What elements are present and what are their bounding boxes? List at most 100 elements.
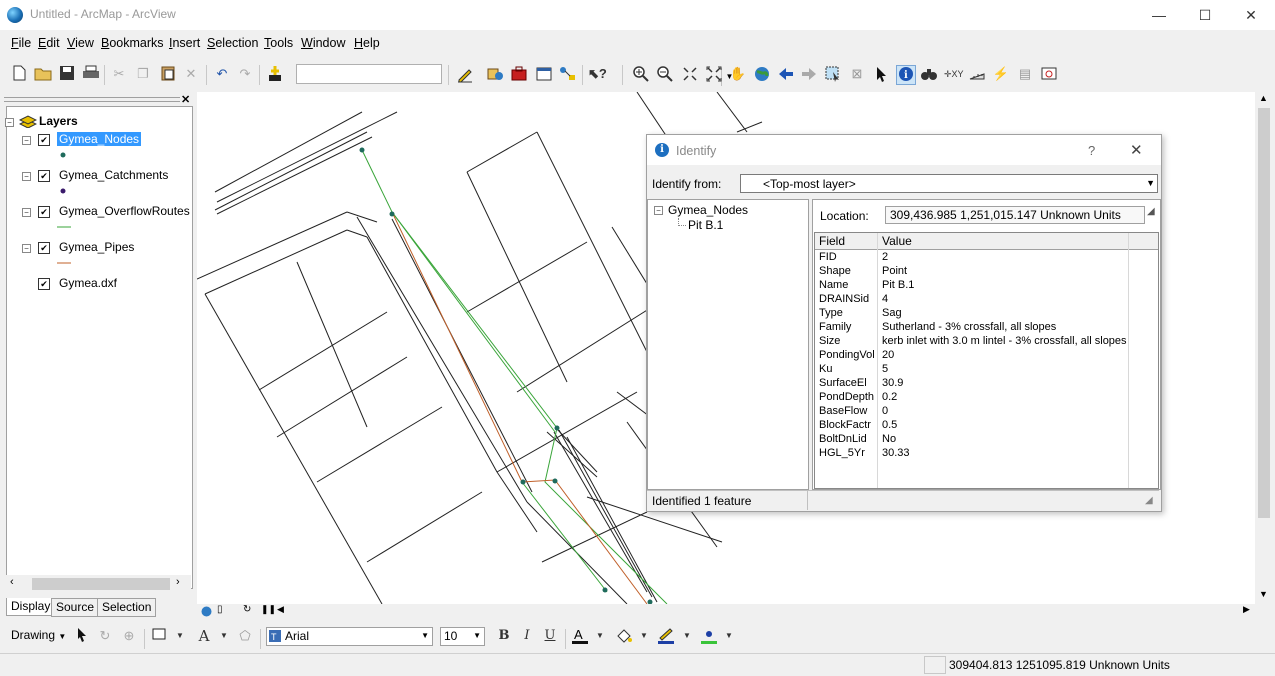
- scroll-thumb[interactable]: [32, 578, 170, 590]
- layer-name[interactable]: Gymea_Catchments: [59, 168, 168, 182]
- chevron-down-icon[interactable]: ▼: [473, 631, 481, 640]
- pan-icon[interactable]: ✋: [729, 65, 747, 83]
- copy-icon[interactable]: ❐: [134, 65, 152, 83]
- text-tool-icon[interactable]: A: [195, 627, 213, 645]
- redo-icon[interactable]: ↷: [236, 65, 254, 83]
- modelbuilder-icon[interactable]: [559, 65, 577, 83]
- menu-view[interactable]: View: [67, 36, 94, 50]
- data-view-icon[interactable]: [201, 606, 212, 617]
- zoom-out-icon[interactable]: [656, 65, 674, 83]
- fixed-zoom-out-icon[interactable]: [705, 65, 723, 83]
- hyperlink-icon[interactable]: ⚡: [992, 65, 1010, 83]
- font-color-icon[interactable]: A: [571, 627, 589, 645]
- time-slider-icon[interactable]: [1040, 65, 1058, 83]
- help-button[interactable]: ?: [1088, 143, 1095, 158]
- command-line-icon[interactable]: [535, 65, 553, 83]
- rectangle-tool-icon[interactable]: [150, 627, 168, 645]
- close-dialog-button[interactable]: ✕: [1130, 141, 1143, 159]
- layer-visibility-checkbox[interactable]: ✔: [38, 170, 50, 182]
- measure-icon[interactable]: [968, 65, 986, 83]
- scroll-left-icon[interactable]: ◀: [277, 604, 284, 615]
- scale-dropdown[interactable]: ▼: [296, 64, 737, 86]
- line-color-icon[interactable]: [657, 627, 675, 645]
- location-field[interactable]: 309,436.985 1,251,015.147 Unknown Units: [885, 206, 1145, 224]
- chevron-down-icon[interactable]: ▼: [171, 627, 189, 645]
- collapse-icon[interactable]: −: [22, 172, 31, 181]
- toc-close-icon[interactable]: ✕: [181, 93, 190, 106]
- collapse-icon[interactable]: −: [22, 244, 31, 253]
- layer-visibility-checkbox[interactable]: ✔: [38, 242, 50, 254]
- menu-file[interactable]: File: [11, 36, 31, 50]
- layout-view-icon[interactable]: ▯: [217, 604, 223, 615]
- clear-selection-icon[interactable]: ⊠: [848, 65, 866, 83]
- scroll-right-icon[interactable]: ▶: [1243, 604, 1250, 615]
- toc-layer-gymea-nodes[interactable]: − ✔ Gymea_Nodes: [21, 132, 181, 158]
- forward-extent-icon[interactable]: [800, 65, 818, 83]
- menu-help[interactable]: Help: [354, 36, 380, 50]
- collapse-icon[interactable]: −: [22, 136, 31, 145]
- undo-icon[interactable]: ↶: [213, 65, 231, 83]
- identify-title-bar[interactable]: i Identify ? ✕: [647, 135, 1161, 165]
- layer-visibility-checkbox[interactable]: ✔: [38, 278, 50, 290]
- italic-button[interactable]: I: [518, 627, 536, 645]
- new-document-icon[interactable]: [10, 65, 28, 83]
- tab-display[interactable]: Display: [6, 598, 56, 616]
- layer-name[interactable]: Gymea_Nodes: [57, 132, 142, 146]
- resize-grip-icon[interactable]: ◢: [1145, 495, 1153, 506]
- font-name-dropdown[interactable]: T Arial ▼: [266, 627, 433, 646]
- fill-color-icon[interactable]: [615, 627, 633, 645]
- arctoolbox-icon[interactable]: [510, 65, 528, 83]
- chevron-down-icon[interactable]: ▼: [635, 627, 653, 645]
- chevron-down-icon[interactable]: ▼: [215, 627, 233, 645]
- html-popup-icon[interactable]: ▤: [1016, 65, 1034, 83]
- minimize-button[interactable]: —: [1136, 4, 1182, 26]
- bold-button[interactable]: B: [495, 627, 513, 645]
- layer-visibility-checkbox[interactable]: ✔: [38, 134, 50, 146]
- toc-layer-gymea-catchments[interactable]: − ✔ Gymea_Catchments: [21, 168, 191, 194]
- toc-layer-gymea-overflowroutes[interactable]: − ✔ Gymea_OverflowRoutes: [21, 204, 191, 228]
- menu-window[interactable]: Window: [301, 36, 345, 50]
- pause-drawing-icon[interactable]: ❚❚: [261, 604, 276, 615]
- refresh-icon[interactable]: ↻: [243, 604, 251, 615]
- identify-from-dropdown[interactable]: <Top-most layer> ▼: [740, 174, 1158, 193]
- cut-icon[interactable]: ✂: [110, 65, 128, 83]
- back-extent-icon[interactable]: [777, 65, 795, 83]
- edit-vertices-icon[interactable]: ⬠: [236, 627, 254, 645]
- fixed-zoom-in-icon[interactable]: [681, 65, 699, 83]
- collapse-icon[interactable]: −: [654, 206, 663, 215]
- select-elements-icon[interactable]: [872, 65, 890, 83]
- scroll-left-icon[interactable]: ‹: [10, 576, 14, 588]
- chevron-down-icon[interactable]: ▼: [1146, 178, 1155, 188]
- scroll-thumb[interactable]: [1258, 108, 1270, 518]
- save-icon[interactable]: [58, 65, 76, 83]
- chevron-down-icon[interactable]: ▼: [678, 627, 696, 645]
- collapse-icon[interactable]: −: [5, 118, 14, 127]
- menu-edit[interactable]: Edit: [38, 36, 60, 50]
- marker-color-icon[interactable]: [700, 627, 718, 645]
- toc-layer-gymea-pipes[interactable]: − ✔ Gymea_Pipes: [21, 240, 191, 264]
- value-column-header[interactable]: Value: [882, 234, 912, 248]
- arccatalog-icon[interactable]: [486, 65, 504, 83]
- field-column-header[interactable]: Field: [819, 234, 845, 248]
- underline-button[interactable]: U: [541, 627, 559, 645]
- find-icon[interactable]: [920, 65, 938, 83]
- layer-visibility-checkbox[interactable]: ✔: [38, 206, 50, 218]
- zoom-to-selected-icon[interactable]: ⊕: [120, 627, 138, 645]
- drawing-menu[interactable]: Drawing ▼: [11, 628, 66, 642]
- scroll-right-icon[interactable]: ›: [176, 576, 180, 588]
- full-extent-icon[interactable]: [753, 65, 771, 83]
- menu-bookmarks[interactable]: Bookmarks: [101, 36, 164, 50]
- rotate-icon[interactable]: ↻: [96, 627, 114, 645]
- tab-selection[interactable]: Selection: [97, 598, 157, 617]
- paste-icon[interactable]: [159, 65, 177, 83]
- toc-grip[interactable]: [4, 101, 180, 102]
- tab-source[interactable]: Source: [51, 598, 100, 617]
- add-data-icon[interactable]: [266, 65, 284, 83]
- open-folder-icon[interactable]: [34, 65, 52, 83]
- select-elements-icon[interactable]: [73, 627, 91, 645]
- toc-horizontal-scrollbar[interactable]: ‹ ›: [6, 575, 191, 592]
- layer-name[interactable]: Gymea_OverflowRoutes: [59, 204, 190, 218]
- whats-this-icon[interactable]: ⬉?: [588, 65, 607, 83]
- delete-icon[interactable]: ✕: [182, 65, 200, 83]
- chevron-down-icon[interactable]: ▼: [591, 627, 609, 645]
